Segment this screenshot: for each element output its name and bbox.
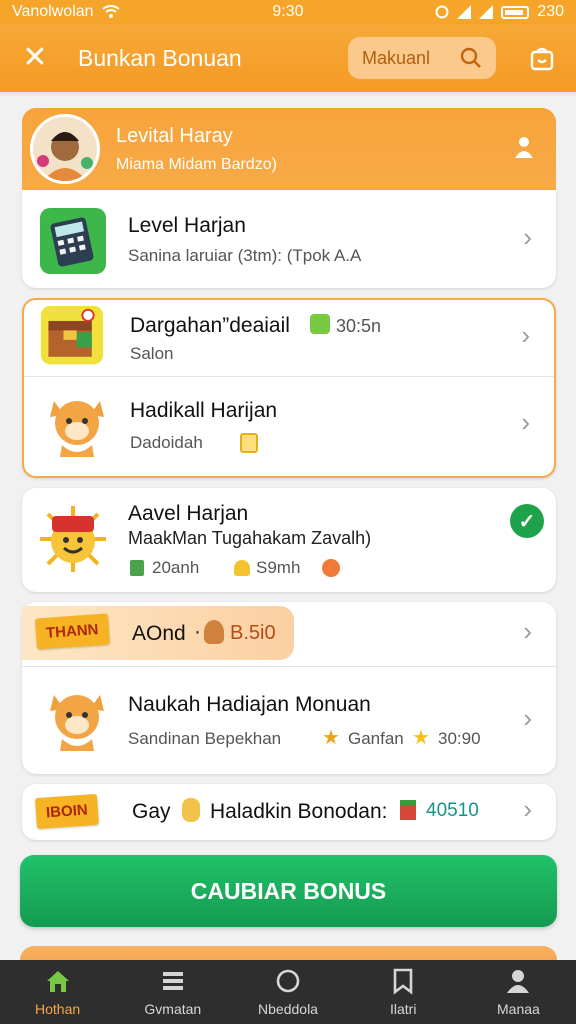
item-title-secondary: Haladkin Bonodan: xyxy=(210,800,388,823)
search-icon xyxy=(460,47,481,68)
item-subtitle: Sandinan Bepekhan xyxy=(128,729,282,748)
card-highlight: Dargahan”deaiail 30:5n Salon › Hadikall … xyxy=(22,298,556,478)
gift-icon xyxy=(400,800,416,820)
tab-label: Manaa xyxy=(497,1001,540,1017)
list-item[interactable]: Level Harjan Sanina laruiar (3tm): (Tpok… xyxy=(22,190,556,288)
home-icon xyxy=(46,971,69,992)
card-completed[interactable]: Aavel Harjan MaakMan Tugahakam Zavalh) 2… xyxy=(22,488,556,592)
chevron-right-icon: › xyxy=(521,407,530,437)
close-icon[interactable]: ✕ xyxy=(18,43,52,73)
chevron-right-icon: › xyxy=(523,616,532,646)
chevron-right-icon: › xyxy=(521,320,530,350)
shop-icon[interactable] xyxy=(528,44,556,72)
item-title: Level Harjan xyxy=(128,214,246,237)
heart-icon xyxy=(322,559,340,577)
list-item[interactable]: Dargahan”deaiail 30:5n Salon › xyxy=(24,300,554,376)
fox-mascot-icon xyxy=(50,695,104,751)
list-item[interactable]: Aavel Harjan MaakMan Tugahakam Zavalh) 2… xyxy=(22,488,556,592)
tab-circle[interactable]: Nbeddola xyxy=(230,960,345,1024)
card-level[interactable]: Level Harjan Sanina laruiar (3tm): (Tpok… xyxy=(22,190,556,288)
bonus-value: 40510 xyxy=(426,800,479,821)
list-item[interactable]: IBOIN Gay Haladkin Bonodan: 40510 › xyxy=(22,784,556,840)
timer-icon xyxy=(310,314,330,334)
meta-value-2: S9mh xyxy=(256,558,301,577)
app-header: ✕ Bunkan Bonuan Makuanl xyxy=(0,24,576,92)
item-subtitle: Sanina laruiar (3tm): (Tpok A.A xyxy=(128,246,362,265)
item-title: Hadikall Harijan xyxy=(130,399,278,422)
treasure-box-icon xyxy=(40,305,104,365)
circle-icon xyxy=(276,969,300,993)
bookmark-icon xyxy=(393,968,413,995)
reward-amount: B.5i0 xyxy=(230,622,276,644)
chevron-right-icon: › xyxy=(523,794,532,824)
item-title: Aavel Harjan xyxy=(128,502,249,525)
carrier-label: Vanolwolan xyxy=(12,3,94,20)
separator-dot: · xyxy=(194,620,201,643)
money-bag-icon xyxy=(204,620,224,644)
tab-profile[interactable]: Manaa xyxy=(461,960,576,1024)
gift-icon xyxy=(130,560,144,576)
check-icon: ✓ xyxy=(510,504,544,538)
star-icon-2: ★ xyxy=(412,727,430,749)
wifi-icon xyxy=(101,5,120,18)
profile-subtitle: Miama Midam Bardzo) xyxy=(116,155,277,173)
tab-label: Nbeddola xyxy=(258,1001,318,1017)
claim-bonus-button[interactable]: CAUBIAR BONUS xyxy=(20,855,557,927)
meta-value-2: 30:90 xyxy=(438,729,481,748)
sun-mascot-icon xyxy=(40,506,106,572)
signal-icon-2 xyxy=(479,5,494,19)
tab-label: Ilatri xyxy=(389,1001,417,1017)
alarm-icon xyxy=(435,5,449,19)
tab-label: Gvmatan xyxy=(144,1001,202,1017)
calculator-icon xyxy=(40,208,106,274)
item-title: Dargahan”deaiail xyxy=(130,314,290,337)
card-rewards: THANN AOnd · B.5i0 › Naukah Hadiajan Mon… xyxy=(22,602,556,774)
list-item[interactable]: Naukah Hadiajan Monuan Sandinan Bepekhan… xyxy=(22,667,556,773)
signal-icon xyxy=(457,5,472,19)
item-subtitle: MaakMan Tugahakam Zavalh) xyxy=(128,528,372,548)
person-icon[interactable] xyxy=(512,134,538,160)
search-label: Makuanl xyxy=(362,47,431,68)
list-icon xyxy=(162,972,183,990)
item-title: Naukah Hadiajan Monuan xyxy=(128,693,371,716)
profile-name: Levital Haray xyxy=(116,124,233,147)
list-item[interactable]: Hadikall Harijan Dadoidah › xyxy=(24,377,554,473)
chevron-right-icon: › xyxy=(523,222,532,252)
item-subtitle: Dadoidah xyxy=(130,433,203,452)
tab-bookmark[interactable]: Ilatri xyxy=(346,960,461,1024)
tab-list[interactable]: Gvmatan xyxy=(115,960,230,1024)
fox-mascot-icon xyxy=(50,401,104,457)
avatar xyxy=(30,114,100,184)
profile-icon xyxy=(507,970,530,993)
item-title: Gay xyxy=(132,800,171,823)
bottom-nav: Hothan Gvmatan Nbeddola Ilatri Manaa xyxy=(0,960,576,1024)
meta-value-1: 20anh xyxy=(152,558,200,577)
chevron-right-icon: › xyxy=(523,703,532,733)
card-bonus[interactable]: IBOIN Gay Haladkin Bonodan: 40510 › xyxy=(22,784,556,840)
timer-badge: 30:5n xyxy=(336,316,382,336)
profile-card: Levital Haray Miama Midam Bardzo) xyxy=(22,108,556,190)
page-title: Bunkan Bonuan xyxy=(78,44,242,71)
status-bar: Vanolwolan 9:30 230 xyxy=(0,0,576,24)
coin-icon xyxy=(240,433,258,453)
battery-icon xyxy=(501,5,530,19)
bell-icon xyxy=(234,560,250,576)
battery-label: 230 xyxy=(537,3,564,20)
item-subtitle: Salon xyxy=(130,344,174,363)
tab-home[interactable]: Hothan xyxy=(0,960,115,1024)
ribbon-badge: THANN xyxy=(35,613,110,650)
meta-value-1: Ganfan xyxy=(348,729,404,748)
tab-label: Hothan xyxy=(35,1001,81,1017)
ribbon-badge: IBOIN xyxy=(34,793,99,830)
search-button[interactable]: Makuanl xyxy=(348,37,496,79)
star-icon: ★ xyxy=(322,727,340,749)
list-item[interactable]: THANN AOnd · B.5i0 › xyxy=(22,602,556,666)
item-title: AOnd xyxy=(132,622,186,645)
coin-icon xyxy=(182,798,200,822)
